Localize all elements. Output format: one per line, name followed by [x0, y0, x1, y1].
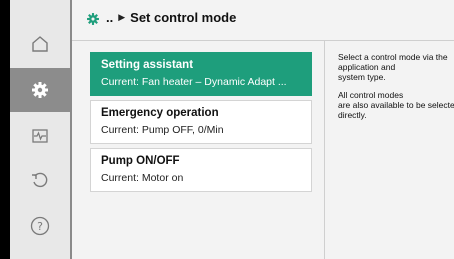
help-text: All control modes — [338, 90, 404, 100]
menu-item-title: Emergency operation — [101, 107, 219, 119]
help-text: are also available to be selected — [338, 100, 454, 110]
help-text: Select a control mode via the — [338, 52, 448, 62]
menu-item-subtitle: Current: Pump OFF, 0/Min — [101, 124, 224, 136]
settings-icon — [32, 82, 48, 98]
help-text: application and — [338, 62, 396, 72]
help-panel: Select a control mode via the applicatio… — [338, 52, 454, 128]
menu-item-setting-assistant[interactable]: Setting assistant Current: Fan heater – … — [90, 52, 312, 96]
menu-item-title: Setting assistant — [101, 59, 194, 71]
home-icon — [32, 36, 48, 52]
help-divider — [324, 41, 325, 259]
menu-item-subtitle: Current: Motor on — [101, 172, 184, 184]
sidebar-item-settings[interactable] — [10, 68, 70, 112]
menu-item-subtitle: Current: Fan heater – Dynamic Adapt ... — [101, 76, 287, 88]
menu-item-pump-on-off[interactable]: Pump ON/OFF Current: Motor on — [90, 148, 312, 192]
help-text: system type. — [338, 72, 386, 82]
page-title: Set control mode — [130, 10, 237, 25]
svg-text:?: ? — [37, 220, 43, 233]
screen: ? .. ▶ Set control mode Setting assistan… — [10, 0, 454, 259]
help-paragraph: Select a control mode via the applicatio… — [338, 52, 454, 82]
menu-item-emergency-operation[interactable]: Emergency operation Current: Pump OFF, 0… — [90, 100, 312, 144]
header: .. ▶ Set control mode — [72, 0, 454, 40]
sidebar-item-help[interactable]: ? — [10, 204, 70, 248]
help-text: directly. — [338, 110, 367, 120]
breadcrumb-parent[interactable]: .. — [106, 10, 113, 25]
settings-icon — [87, 13, 99, 25]
menu-item-title: Pump ON/OFF — [101, 155, 180, 167]
breadcrumb-separator-icon: ▶ — [118, 12, 126, 22]
menu-list: Setting assistant Current: Fan heater – … — [90, 52, 312, 196]
breadcrumb: .. ▶ Set control mode — [106, 10, 236, 25]
help-icon: ? — [30, 216, 50, 236]
sidebar-item-home[interactable] — [10, 22, 70, 66]
sidebar-item-restore[interactable] — [10, 158, 70, 202]
help-paragraph: All control modes are also available to … — [338, 90, 454, 120]
header-divider — [72, 40, 454, 41]
diagnostics-icon — [32, 129, 48, 143]
restore-icon — [32, 172, 48, 188]
sidebar: ? — [10, 0, 72, 259]
sidebar-item-diagnostics[interactable] — [10, 114, 70, 158]
